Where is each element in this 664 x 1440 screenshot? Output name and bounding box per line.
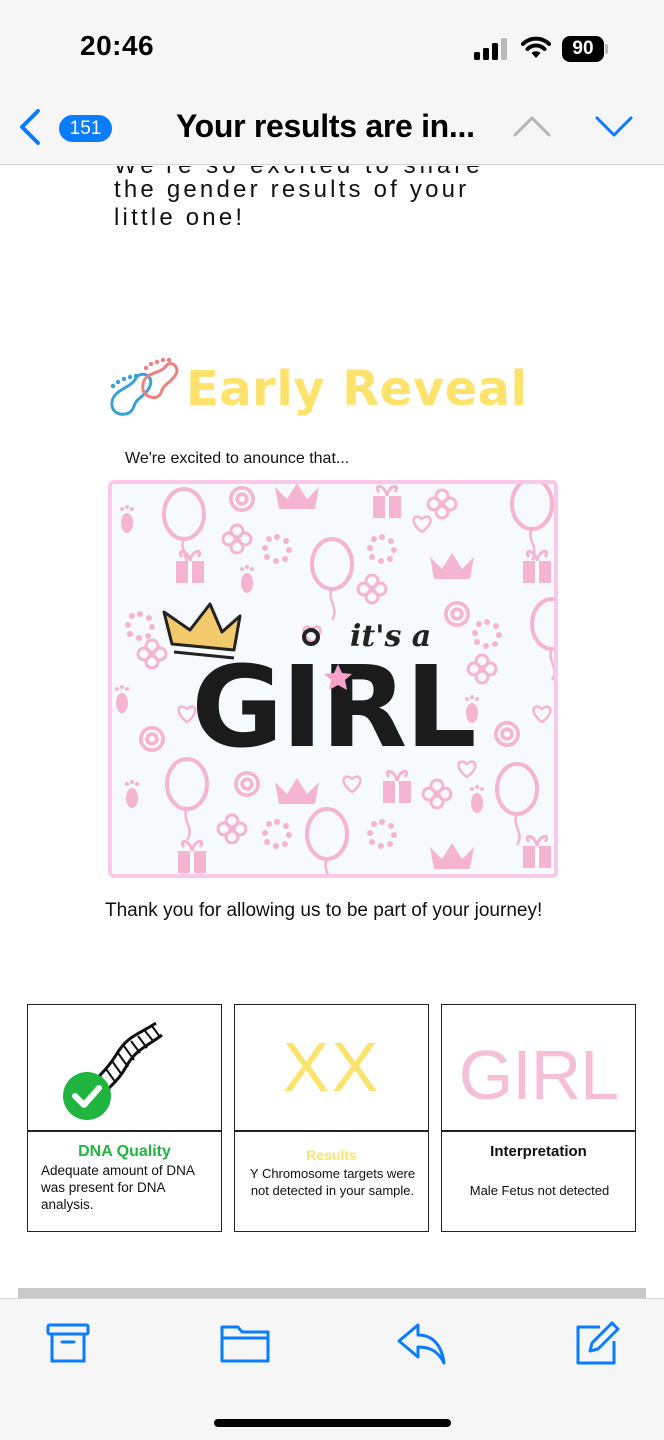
back-chevron-icon[interactable] bbox=[14, 107, 44, 147]
next-message-icon[interactable] bbox=[594, 111, 634, 141]
results-card: XX Results Y Chromosome targets were not… bbox=[234, 1004, 429, 1232]
baby-feet-logo-icon bbox=[110, 357, 179, 416]
brand-name: Early Reveal bbox=[186, 361, 528, 417]
mail-navigation-bar: 151 Your results are in... bbox=[0, 95, 664, 165]
status-time: 20:46 bbox=[80, 30, 155, 61]
nav-title: Your results are in... bbox=[176, 108, 475, 144]
home-indicator[interactable] bbox=[214, 1419, 451, 1427]
email-body[interactable]: We're so excited to share the gender res… bbox=[0, 166, 664, 1298]
announce-text: We're excited to anounce that... bbox=[125, 450, 350, 467]
battery-tip bbox=[605, 44, 608, 54]
previous-message-icon[interactable] bbox=[512, 111, 552, 141]
chromosome-result: XX bbox=[282, 1028, 381, 1106]
card-divider bbox=[235, 1130, 428, 1132]
wifi-icon bbox=[521, 36, 551, 58]
folder-icon[interactable] bbox=[219, 1321, 271, 1365]
reply-icon[interactable] bbox=[396, 1321, 448, 1365]
compose-icon[interactable] bbox=[574, 1321, 620, 1367]
its-a-girl-image: it's a GIRL bbox=[108, 480, 558, 878]
dna-quality-title: DNA Quality bbox=[78, 1143, 171, 1160]
bottom-toolbar bbox=[0, 1298, 664, 1440]
dna-quality-card: DNA Quality Adequate amount of DNA was p… bbox=[27, 1004, 222, 1232]
archive-icon[interactable] bbox=[46, 1321, 90, 1365]
battery-icon: 90 bbox=[562, 36, 604, 62]
results-description: Y Chromosome targets were not detected i… bbox=[249, 1166, 416, 1198]
reveal-word: GIRL bbox=[191, 643, 474, 773]
card-divider bbox=[442, 1130, 635, 1132]
checkmark-icon bbox=[63, 1072, 111, 1120]
status-bar: 20:46 90 bbox=[0, 0, 664, 95]
interpretation-description: Male Fetus not detected bbox=[469, 1183, 610, 1198]
interpretation-title: Interpretation bbox=[490, 1143, 587, 1160]
results-title: Results bbox=[306, 1147, 357, 1163]
unread-count-badge[interactable]: 151 bbox=[59, 115, 112, 142]
dna-quality-description: Adequate amount of DNA was present for D… bbox=[41, 1163, 195, 1212]
thanks-text: Thank you for allowing us to be part of … bbox=[105, 900, 543, 921]
card-divider bbox=[28, 1130, 221, 1132]
intro-text: the gender results of your little one! bbox=[114, 176, 470, 231]
cellular-signal-icon bbox=[474, 38, 510, 60]
interpretation-card: GIRL Interpretation Male Fetus not detec… bbox=[441, 1004, 636, 1232]
horizontal-scrollbar[interactable] bbox=[18, 1288, 646, 1298]
interpretation-result: GIRL bbox=[458, 1036, 619, 1114]
